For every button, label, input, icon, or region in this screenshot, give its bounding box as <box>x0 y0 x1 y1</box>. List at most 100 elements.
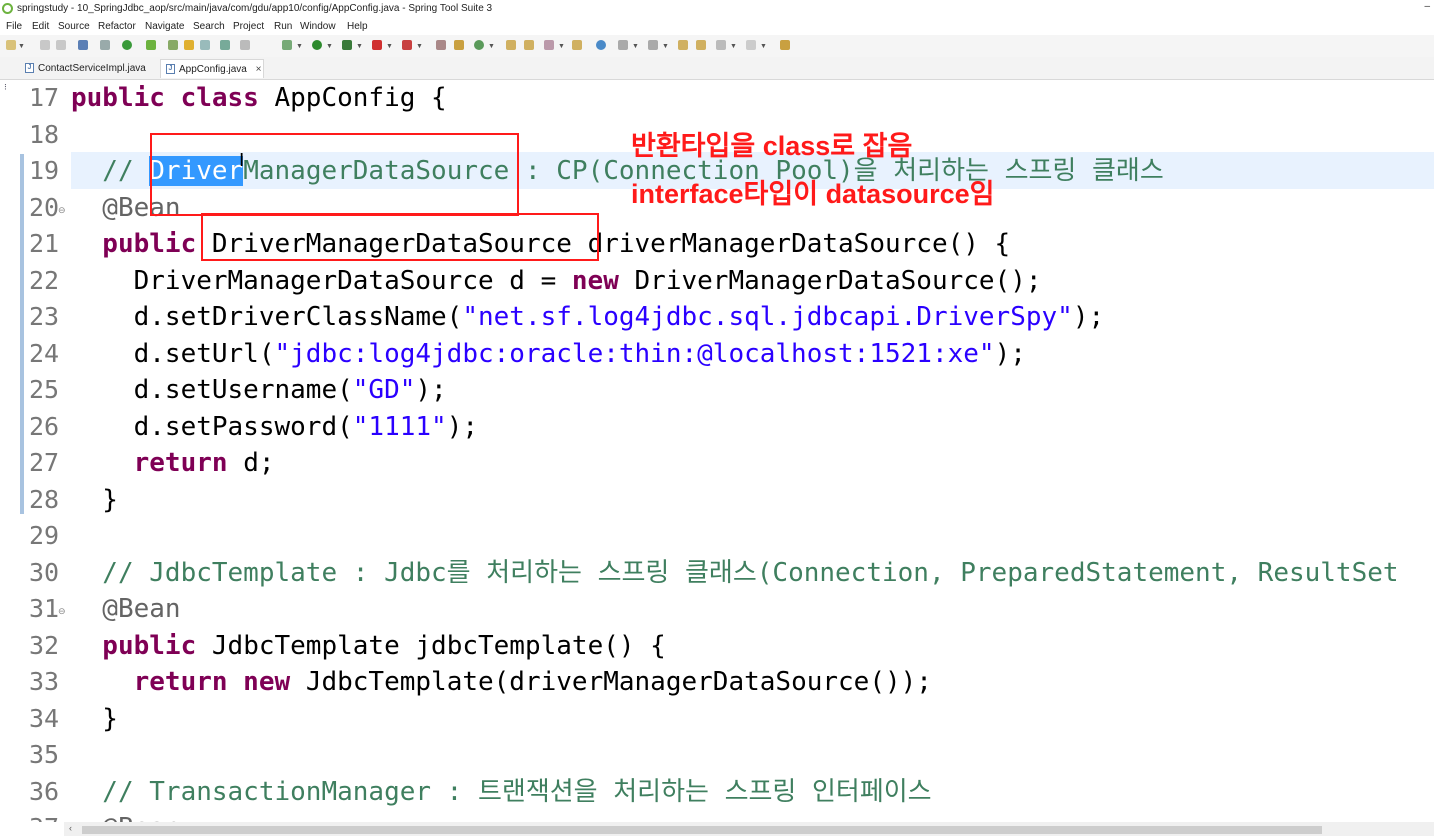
code-token: "net.sf.log4jdbc.sql.jdbcapi.DriverSpy" <box>462 302 1073 332</box>
terminal-icon[interactable] <box>78 40 88 50</box>
menu-run[interactable]: Run <box>274 21 292 32</box>
editor-tabbar: J ContactServiceImpl.java J AppConfig.ja… <box>0 57 1434 80</box>
stop-icon[interactable] <box>372 40 382 50</box>
last-edit-icon[interactable] <box>678 40 688 50</box>
forward-icon[interactable] <box>746 40 756 50</box>
code-line[interactable]: 27 return d; <box>19 445 1434 482</box>
code-text: d.setPassword("1111"); <box>71 409 478 446</box>
minimize-button[interactable]: – <box>1424 1 1430 12</box>
outline-icon[interactable] <box>168 40 178 50</box>
chevron-down-icon[interactable]: ▼ <box>296 43 303 50</box>
code-token: d.setUsername( <box>71 375 353 405</box>
chevron-down-icon[interactable]: ▼ <box>760 43 767 50</box>
annotation-icon[interactable] <box>572 40 582 50</box>
horizontal-scrollbar[interactable]: ‹ <box>64 822 1434 836</box>
code-line[interactable]: 17 public class AppConfig { <box>19 80 1434 117</box>
code-line[interactable]: 36 // TransactionManager : 트랜잭션을 처리하는 스프… <box>19 774 1434 811</box>
close-icon[interactable]: × <box>256 64 262 75</box>
chevron-down-icon[interactable]: ▼ <box>386 43 393 50</box>
code-token: JdbcTemplate(driverManagerDataSource()); <box>305 667 932 697</box>
globe-icon[interactable] <box>596 40 606 50</box>
scrollbar-thumb[interactable] <box>82 826 1322 834</box>
code-line[interactable]: 28 } <box>19 482 1434 519</box>
code-text: public class AppConfig { <box>71 80 447 117</box>
deploy-icon[interactable] <box>402 40 412 50</box>
code-token: // JdbcTemplate : Jdbc를 처리하는 스프링 클래스(Con… <box>71 557 1399 588</box>
tab-label: ContactServiceImpl.java <box>38 63 146 74</box>
open-type-icon[interactable] <box>506 40 516 50</box>
block-select-icon[interactable] <box>200 40 210 50</box>
tab-label: AppConfig.java <box>179 64 247 75</box>
fold-toggle-icon[interactable]: ⊖ <box>58 606 66 617</box>
code-text: @Bean <box>71 810 180 822</box>
show-whitespace-icon[interactable] <box>220 40 230 50</box>
menu-edit[interactable]: Edit <box>32 21 49 32</box>
chevron-down-icon[interactable]: ▼ <box>558 43 565 50</box>
new-java-project-icon[interactable] <box>436 40 446 50</box>
code-line[interactable]: 26 d.setPassword("1111"); <box>19 409 1434 446</box>
save-icon[interactable] <box>40 40 50 50</box>
menu-source[interactable]: Source <box>58 21 90 32</box>
prev-annotation-icon[interactable] <box>648 40 658 50</box>
menu-project[interactable]: Project <box>233 21 264 32</box>
code-token: ); <box>446 411 478 442</box>
pin-editor-icon[interactable] <box>780 40 790 50</box>
code-line[interactable]: 23 d.setDriverClassName("net.sf.log4jdbc… <box>19 299 1434 336</box>
code-line[interactable]: 29 <box>19 518 1434 555</box>
main-toolbar: ▼ ▼ ▼ ▼ ▼ ▼ ▼ ▼ ▼ ▼ ▼ ▼ <box>0 35 1434 57</box>
new-icon[interactable] <box>6 40 16 50</box>
save-all-icon[interactable] <box>56 40 66 50</box>
menu-search[interactable]: Search <box>193 21 225 32</box>
toggle-icon[interactable] <box>100 40 110 50</box>
restore-view-icon[interactable]: ⁝ <box>4 82 7 93</box>
search-icon[interactable] <box>544 40 554 50</box>
menu-navigate[interactable]: Navigate <box>145 21 184 32</box>
code-line[interactable]: 34 } <box>19 701 1434 738</box>
chevron-down-icon[interactable]: ▼ <box>326 43 333 50</box>
tab-contactserviceimpl[interactable]: J ContactServiceImpl.java <box>20 59 160 78</box>
code-line[interactable]: 31 ⊖ @Bean <box>19 591 1434 628</box>
code-token: // <box>71 156 150 186</box>
code-line[interactable]: 30 // JdbcTemplate : Jdbc를 처리하는 스프링 클래스(… <box>19 555 1434 592</box>
code-line[interactable]: 33 return new JdbcTemplate(driverManager… <box>19 664 1434 701</box>
code-line[interactable]: 37 @Bean <box>19 810 1434 822</box>
chevron-down-icon[interactable]: ▼ <box>416 43 423 50</box>
chevron-down-icon[interactable]: ▼ <box>632 43 639 50</box>
next-annotation-icon[interactable] <box>618 40 628 50</box>
new-class-icon[interactable] <box>474 40 484 50</box>
chevron-down-icon[interactable]: ▼ <box>662 43 669 50</box>
server-start-icon[interactable] <box>122 40 132 50</box>
chevron-down-icon[interactable]: ▼ <box>18 43 25 50</box>
debug-icon[interactable] <box>282 40 292 50</box>
pilcrow-icon[interactable] <box>240 40 250 50</box>
run-external-icon[interactable] <box>342 40 352 50</box>
back-history-icon[interactable] <box>696 40 706 50</box>
chevron-down-icon[interactable]: ▼ <box>488 43 495 50</box>
code-line[interactable]: 24 d.setUrl("jdbc:log4jdbc:oracle:thin:@… <box>19 336 1434 373</box>
spring-icon[interactable] <box>146 40 156 50</box>
code-line[interactable]: 35 <box>19 737 1434 774</box>
line-number: 36 <box>29 776 60 806</box>
menu-help[interactable]: Help <box>347 21 368 32</box>
scroll-left-icon[interactable]: ‹ <box>69 823 72 833</box>
fold-toggle-icon[interactable]: ⊖ <box>58 205 66 216</box>
menu-window[interactable]: Window <box>300 21 336 32</box>
code-token: new <box>571 265 635 296</box>
chevron-down-icon[interactable]: ▼ <box>730 43 737 50</box>
annotation-note-line2: interface타입이 datasource임 <box>631 179 995 209</box>
code-line[interactable]: 25 d.setUsername("GD"); <box>19 372 1434 409</box>
open-task-icon[interactable] <box>524 40 534 50</box>
new-package-icon[interactable] <box>454 40 464 50</box>
chevron-down-icon[interactable]: ▼ <box>356 43 363 50</box>
menu-refactor[interactable]: Refactor <box>98 21 136 32</box>
run-icon[interactable] <box>312 40 322 50</box>
line-number: 18 <box>29 119 60 149</box>
code-line[interactable]: 22 DriverManagerDataSource d = new Drive… <box>19 263 1434 300</box>
back-icon[interactable] <box>716 40 726 50</box>
mark-occurrences-icon[interactable] <box>184 40 194 50</box>
quick-diff-bar <box>20 154 24 514</box>
code-editor[interactable]: 17 public class AppConfig {18 19 // Driver… <box>19 80 1434 822</box>
code-line[interactable]: 32 public JdbcTemplate jdbcTemplate() { <box>19 628 1434 665</box>
tab-appconfig[interactable]: J AppConfig.java × <box>160 59 264 78</box>
menu-file[interactable]: File <box>6 21 22 32</box>
